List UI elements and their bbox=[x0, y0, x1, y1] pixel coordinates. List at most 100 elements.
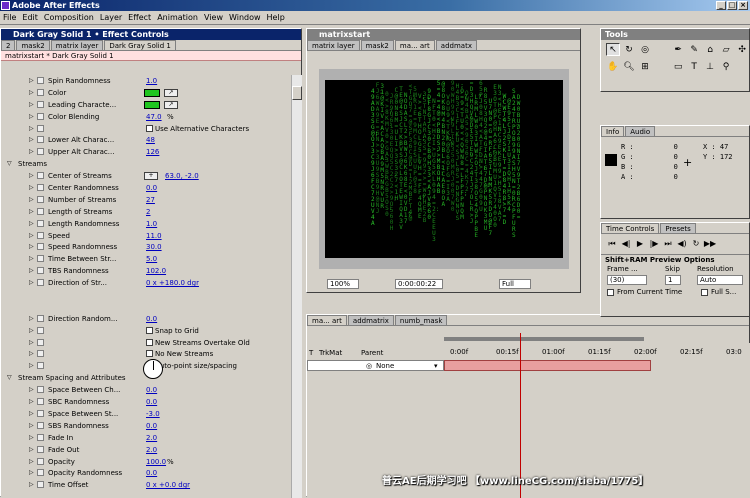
twirl-icon[interactable]: ▷ bbox=[29, 87, 34, 99]
property-value[interactable]: 1.0 bbox=[146, 218, 157, 230]
twirl-icon[interactable]: ▷ bbox=[29, 348, 34, 360]
selection-tool-icon[interactable]: ↖ bbox=[606, 43, 620, 56]
property-value[interactable]: 126 bbox=[146, 146, 159, 158]
menu-file[interactable]: File bbox=[0, 11, 19, 25]
brush-tool-icon[interactable]: ✎ bbox=[687, 43, 701, 56]
menu-effect[interactable]: Effect bbox=[125, 11, 154, 25]
property-value[interactable]: 0.0 bbox=[146, 420, 157, 432]
stopwatch-icon[interactable] bbox=[37, 219, 44, 227]
menu-animation[interactable]: Animation bbox=[154, 11, 201, 25]
stopwatch-icon[interactable] bbox=[37, 421, 44, 429]
menu-view[interactable]: View bbox=[201, 11, 226, 25]
first-frame-icon[interactable]: ⏮ bbox=[605, 238, 619, 250]
stopwatch-icon[interactable] bbox=[37, 207, 44, 215]
time-ruler[interactable]: 0:00f 00:15f 01:00f 01:15f 02:00f 02:15f 03:0 bbox=[444, 343, 750, 359]
comp-tab-mask2[interactable]: mask2 bbox=[360, 40, 394, 50]
stopwatch-icon[interactable] bbox=[37, 314, 44, 322]
ram-preview-icon[interactable]: ▶▶ bbox=[703, 238, 717, 250]
stopwatch-icon[interactable] bbox=[37, 279, 44, 287]
stopwatch-icon[interactable] bbox=[37, 445, 44, 453]
matrix-rain-preview[interactable]: 49AD3SG@;OJ3C9J6FC72UV4A FJ;6WA9E=6N>>3U9… bbox=[325, 80, 563, 258]
property-value[interactable]: 0 x +180.0 dgr bbox=[146, 277, 199, 289]
stopwatch-icon[interactable] bbox=[37, 386, 44, 394]
stopwatch-icon[interactable] bbox=[37, 77, 44, 84]
twirl-icon[interactable]: ▷ bbox=[29, 396, 34, 408]
property-value[interactable]: 2.0 bbox=[146, 432, 157, 444]
property-value[interactable]: 100.0 bbox=[146, 456, 166, 468]
direction-angle-dial[interactable] bbox=[143, 359, 163, 379]
timeline-tab-addmatrix[interactable]: addmatrix bbox=[347, 315, 394, 325]
tab-dark-gray-solid[interactable]: Dark Gray Solid 1 bbox=[104, 40, 176, 50]
timeline-tab-matrixstart[interactable]: ma... art bbox=[307, 315, 347, 325]
tab-info[interactable]: Info bbox=[601, 126, 625, 136]
property-value[interactable]: 63.0, -2.0 bbox=[165, 170, 199, 182]
next-frame-icon[interactable]: |▶ bbox=[647, 238, 661, 250]
stopwatch-icon[interactable] bbox=[37, 362, 44, 370]
rectangle-mask-tool-icon[interactable]: ▭ bbox=[671, 60, 685, 73]
property-value[interactable]: 0 x +0.0 dgr bbox=[146, 479, 190, 491]
tab-audio[interactable]: Audio bbox=[625, 126, 656, 136]
twirl-icon[interactable]: ▷ bbox=[29, 253, 34, 265]
twirl-icon[interactable]: ▷ bbox=[29, 408, 34, 420]
minimize-button[interactable]: _ bbox=[716, 1, 726, 10]
checkbox[interactable] bbox=[146, 326, 153, 334]
property-value[interactable]: 27 bbox=[146, 194, 155, 206]
stopwatch-icon[interactable] bbox=[37, 326, 44, 334]
loop-icon[interactable]: ↻ bbox=[689, 238, 703, 250]
resolution-dropdown[interactable]: Auto bbox=[697, 275, 743, 285]
anchor-tool-icon[interactable]: ⚲ bbox=[719, 60, 733, 73]
stopwatch-icon[interactable] bbox=[37, 409, 44, 417]
color-swatch[interactable] bbox=[144, 88, 160, 97]
checkbox[interactable] bbox=[146, 124, 153, 132]
stopwatch-icon[interactable] bbox=[37, 350, 44, 358]
stopwatch-icon[interactable] bbox=[37, 100, 44, 108]
twirl-down-icon[interactable]: ▽ bbox=[7, 158, 12, 170]
layer-row[interactable]: ◎ None ▾ bbox=[307, 360, 444, 371]
clone-tool-icon[interactable]: ⌂ bbox=[703, 43, 717, 56]
pan-behind-tool-icon[interactable]: ⊞ bbox=[638, 60, 652, 73]
property-value[interactable]: 2.0 bbox=[146, 444, 157, 456]
stopwatch-icon[interactable] bbox=[37, 124, 44, 132]
stopwatch-icon[interactable] bbox=[37, 469, 44, 477]
eyedropper-icon[interactable]: ↗ bbox=[164, 88, 178, 97]
twirl-icon[interactable]: ▷ bbox=[29, 134, 34, 146]
comp-title[interactable]: matrixstart bbox=[307, 29, 580, 40]
close-button[interactable]: × bbox=[738, 1, 748, 10]
twirl-icon[interactable]: ▷ bbox=[29, 206, 34, 218]
twirl-icon[interactable]: ▷ bbox=[29, 111, 34, 123]
property-value[interactable]: 48 bbox=[146, 134, 155, 146]
menu-help[interactable]: Help bbox=[264, 11, 288, 25]
stopwatch-icon[interactable] bbox=[37, 267, 44, 275]
frame-rate-select[interactable]: (30) bbox=[607, 275, 647, 285]
twirl-icon[interactable]: ▷ bbox=[29, 182, 34, 194]
orbit-camera-tool-icon[interactable]: ◎ bbox=[638, 43, 652, 56]
property-value[interactable]: 102.0 bbox=[146, 265, 166, 277]
timecode-field[interactable]: 0:00:00:22 bbox=[395, 279, 443, 289]
eyedropper-icon[interactable]: ↗ bbox=[164, 100, 178, 109]
checkbox[interactable] bbox=[146, 350, 153, 358]
tab-mask2[interactable]: mask2 bbox=[16, 40, 50, 50]
stopwatch-icon[interactable] bbox=[37, 457, 44, 465]
work-area-bar[interactable] bbox=[444, 337, 644, 341]
eraser-tool-icon[interactable]: ▱ bbox=[719, 43, 733, 56]
zoom-select[interactable]: 100% bbox=[327, 279, 359, 289]
last-frame-icon[interactable]: ⏭ bbox=[661, 238, 675, 250]
twirl-icon[interactable]: ▷ bbox=[29, 218, 34, 230]
stopwatch-icon[interactable] bbox=[37, 172, 44, 180]
comp-tab-addmatx[interactable]: addmatx bbox=[435, 40, 477, 50]
stopwatch-icon[interactable] bbox=[37, 433, 44, 441]
stopwatch-icon[interactable] bbox=[37, 338, 44, 346]
stopwatch-icon[interactable] bbox=[37, 136, 44, 144]
stopwatch-icon[interactable] bbox=[37, 112, 44, 120]
play-icon[interactable]: ▶ bbox=[633, 238, 647, 250]
property-value[interactable]: 0.0 bbox=[146, 384, 157, 396]
stopwatch-icon[interactable] bbox=[37, 148, 44, 156]
puppet-tool-icon[interactable]: ✣ bbox=[735, 43, 749, 56]
twirl-icon[interactable]: ▷ bbox=[29, 420, 34, 432]
twirl-icon[interactable]: ▷ bbox=[29, 194, 34, 206]
menu-layer[interactable]: Layer bbox=[97, 11, 125, 25]
twirl-icon[interactable]: ▷ bbox=[29, 123, 34, 135]
layer-duration-bar[interactable] bbox=[444, 360, 651, 371]
menu-window[interactable]: Window bbox=[226, 11, 264, 25]
scroll-thumb[interactable] bbox=[292, 86, 302, 100]
